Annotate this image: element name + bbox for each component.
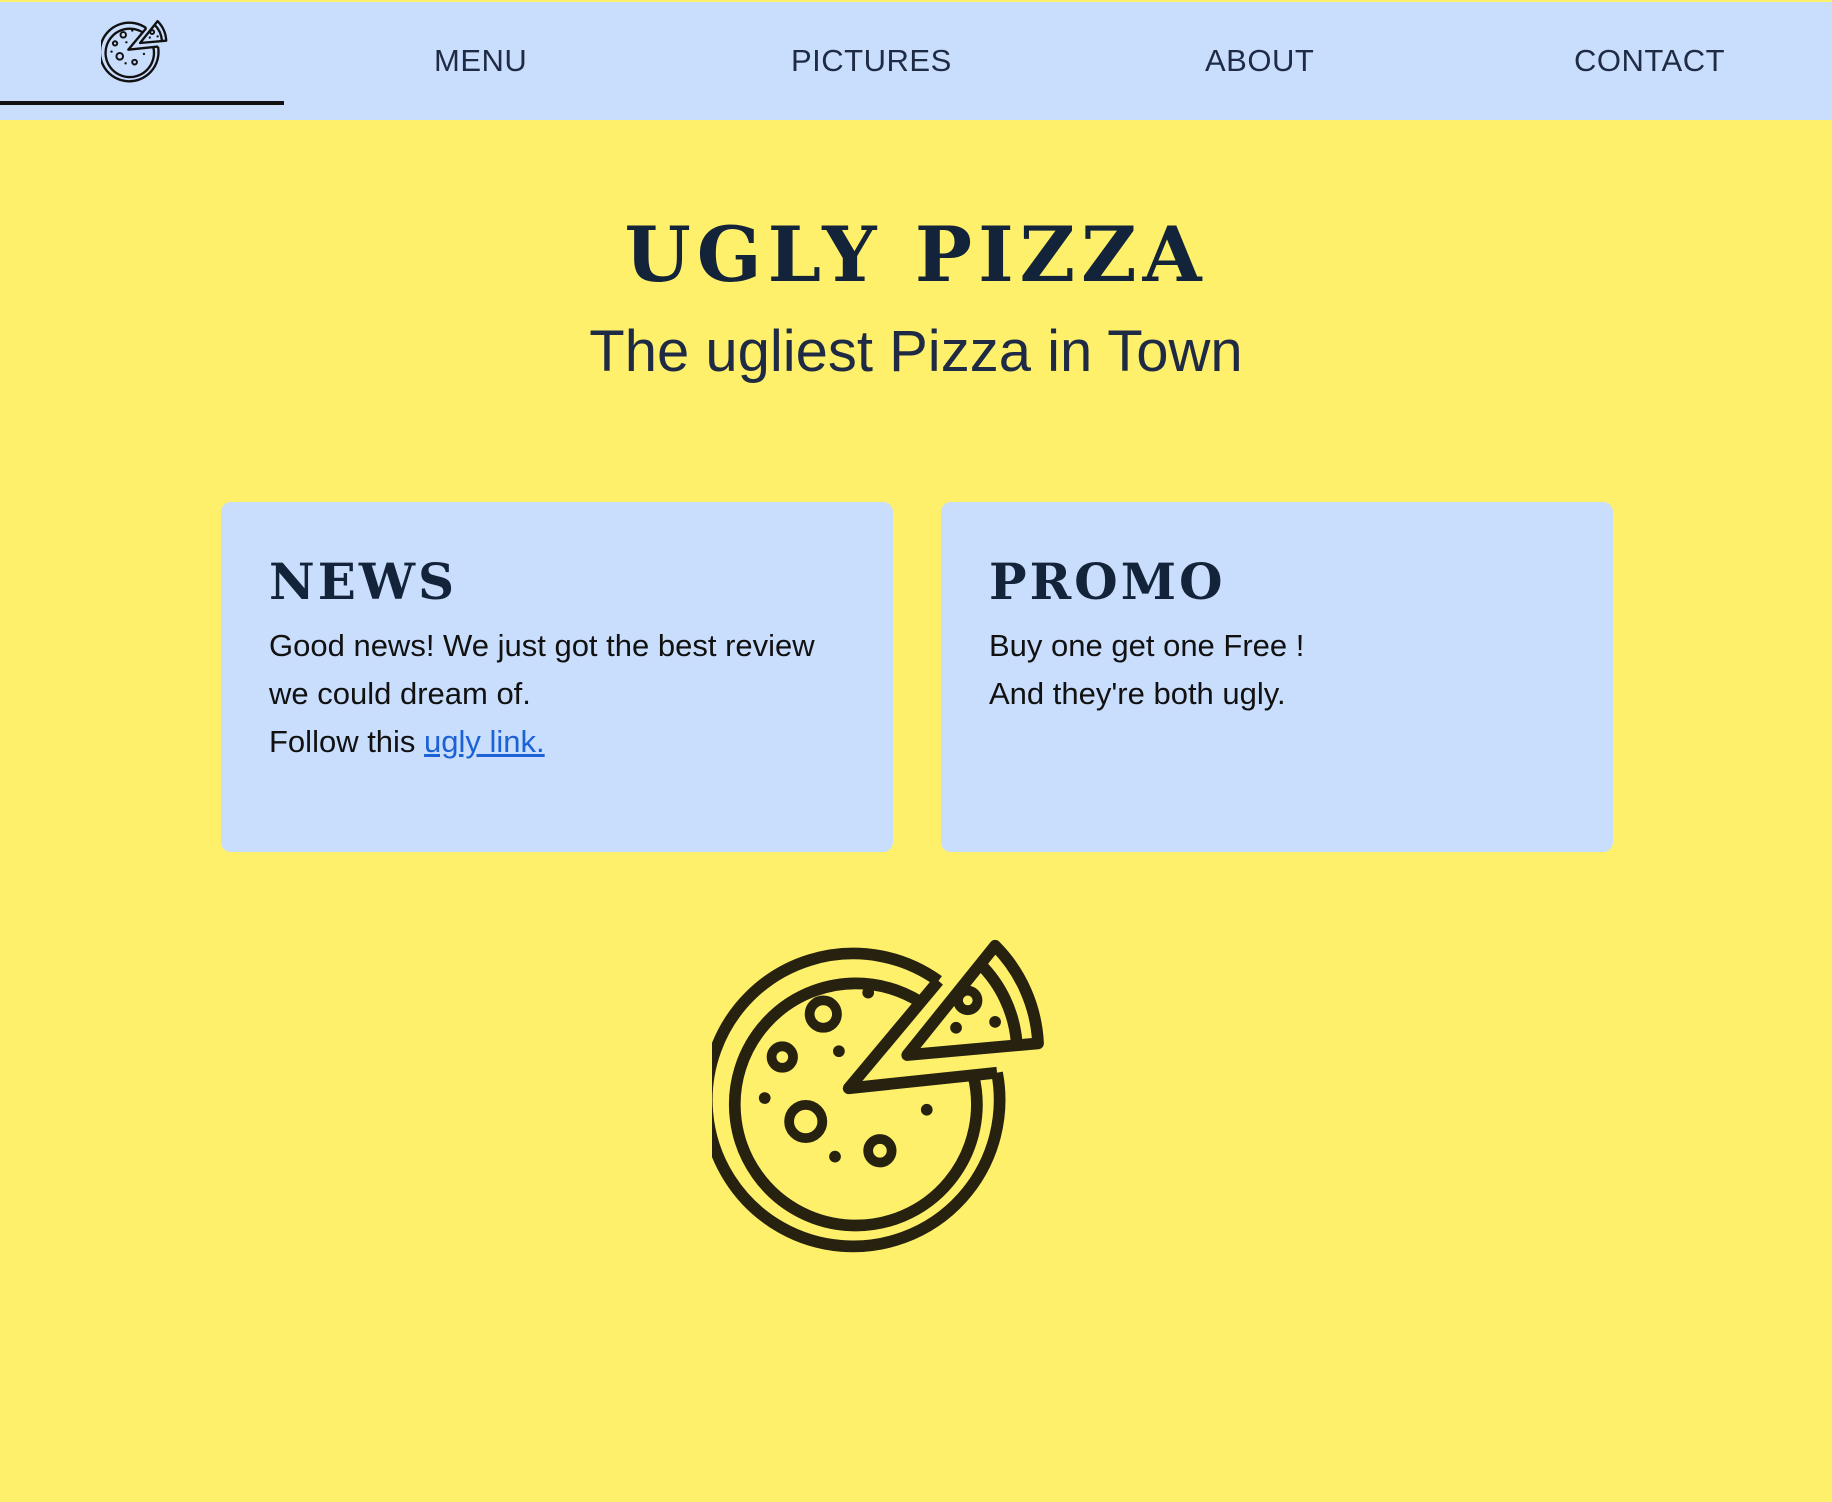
nav-home-logo[interactable] bbox=[0, 2, 284, 105]
news-text: Good news! We just got the best review w… bbox=[269, 622, 845, 766]
nav-link-contact[interactable]: CONTACT bbox=[1574, 2, 1725, 120]
nav-link-pictures[interactable]: PICTURES bbox=[791, 2, 952, 120]
page-subtitle: The ugliest Pizza in Town bbox=[589, 319, 1243, 384]
news-line-2: we could dream of. bbox=[269, 676, 531, 711]
promo-title: PROMO bbox=[989, 552, 1226, 611]
news-card: NEWS Good news! We just got the best rev… bbox=[221, 502, 893, 852]
pizza-illustration bbox=[712, 930, 1122, 1270]
promo-line-2: And they're both ugly. bbox=[989, 676, 1286, 711]
top-navigation: MENU PICTURES ABOUT CONTACT bbox=[0, 2, 1832, 120]
pizza-icon bbox=[712, 930, 1122, 1270]
promo-card: PROMO Buy one get one Free ! And they're… bbox=[941, 502, 1613, 852]
nav-link-menu[interactable]: MENU bbox=[434, 2, 527, 120]
news-title: NEWS bbox=[269, 552, 458, 611]
page-title: UGLY PIZZA bbox=[624, 210, 1208, 299]
news-line-1: Good news! We just got the best review bbox=[269, 628, 815, 663]
news-line-3: Follow this bbox=[269, 724, 425, 759]
promo-text: Buy one get one Free ! And they're both … bbox=[989, 622, 1565, 718]
pizza-icon bbox=[101, 17, 183, 87]
ugly-link[interactable]: ugly link. bbox=[424, 724, 545, 759]
nav-link-about[interactable]: ABOUT bbox=[1205, 2, 1314, 120]
promo-line-1: Buy one get one Free ! bbox=[989, 628, 1305, 663]
